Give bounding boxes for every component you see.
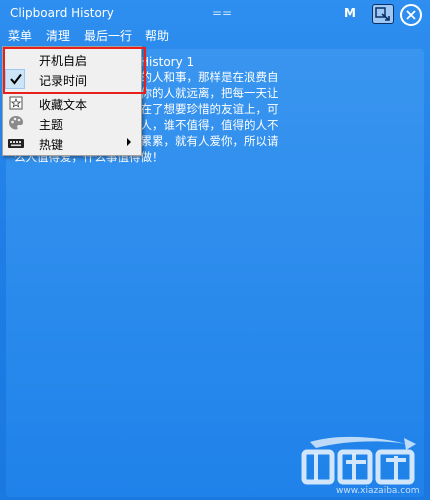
menu-bar: 菜单 清理 最后一行 帮助 xyxy=(0,24,430,44)
menu-item-menu[interactable]: 菜单 xyxy=(8,27,32,44)
keyboard-icon xyxy=(7,134,25,152)
menu-option-label: 主题 xyxy=(39,118,64,132)
pin-icon[interactable] xyxy=(372,4,394,24)
menu-item-help[interactable]: 帮助 xyxy=(145,27,169,44)
menu-option-label: 热键 xyxy=(39,138,64,152)
watermark-site: www.xiazaiba.com xyxy=(336,486,420,496)
submenu-arrow-icon xyxy=(127,138,131,146)
menu-item-last-line[interactable]: 最后一行 xyxy=(84,27,132,44)
menu-option-label: 收藏文本 xyxy=(39,98,88,112)
palette-icon xyxy=(7,114,25,132)
star-icon xyxy=(7,94,25,112)
history-title: History 1 xyxy=(140,55,195,69)
menu-option-favorites[interactable]: 收藏文本 xyxy=(3,93,141,113)
close-icon[interactable] xyxy=(400,4,422,26)
menu-option-theme[interactable]: 主题 xyxy=(3,113,141,133)
title-bar: Clipboard History == M xyxy=(0,0,430,26)
annotation-highlight xyxy=(3,47,146,94)
mini-mode-button[interactable]: M xyxy=(344,6,356,20)
menu-option-hotkey[interactable]: 热键 xyxy=(3,133,141,153)
menu-item-clean[interactable]: 清理 xyxy=(46,27,70,44)
drag-handle[interactable]: == xyxy=(212,6,232,20)
app-title: Clipboard History xyxy=(10,6,114,20)
